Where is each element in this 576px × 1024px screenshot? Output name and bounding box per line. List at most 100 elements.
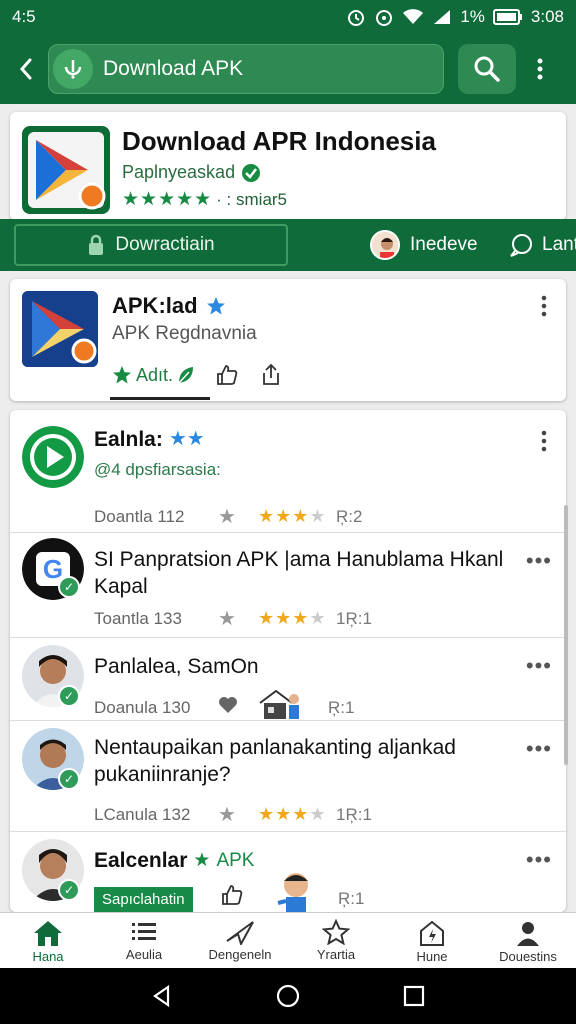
wifi-icon	[402, 8, 424, 26]
list-item[interactable]: ✓ Ealcenlar ★ APK Sapıclahatin Ŗ:1 •••	[10, 833, 566, 912]
app-hero-card: Download APR Indonesia Paplnyeaskad ★★★★…	[10, 112, 566, 220]
item-more-button[interactable]: •••	[526, 653, 552, 679]
apk-name: APK:lad	[112, 293, 198, 318]
bottom-nav: Hana Aeulia Dengeneln Yrartia Hune Doues…	[0, 912, 576, 968]
add-action[interactable]: Adıt.	[112, 365, 195, 386]
language-action-label: Lant	[542, 234, 576, 255]
house-bolt-icon	[420, 920, 444, 946]
list-item[interactable]: ✓ Nentaupaikan panlanakanting aljankad p…	[10, 722, 566, 832]
lock-icon	[89, 234, 104, 255]
chat-bubble-icon	[510, 234, 532, 257]
action-bar: Dowractiain Inedeve Lant	[0, 219, 576, 271]
add-label: Adıt.	[136, 364, 174, 385]
nav-label: Yrartia	[316, 947, 356, 962]
apk-logo	[22, 291, 98, 367]
nav-label: Douestins	[499, 949, 557, 964]
green-star-icon: ★	[193, 850, 211, 871]
blue-stars-icon: ★★	[168, 428, 205, 450]
app-bar: Download APK	[0, 34, 576, 104]
more-vert-icon	[541, 295, 547, 317]
nav-item-updates[interactable]: Hune	[384, 913, 480, 968]
scrollbar[interactable]	[564, 505, 568, 765]
rating-text: · : smiar5	[216, 189, 288, 209]
leaf-icon	[178, 367, 194, 384]
search-icon	[474, 56, 500, 82]
nav-item-account[interactable]: Douestins	[480, 913, 576, 968]
item-title: Panlalea, SamOn	[94, 655, 259, 678]
status-clock: 3:08	[530, 7, 564, 26]
item-title: Ealcenlar	[94, 849, 188, 872]
item-title-tag: APK	[216, 850, 255, 871]
alarm-icon-2	[374, 7, 394, 27]
back-button[interactable]	[10, 49, 42, 89]
home-icon	[34, 921, 62, 946]
nav-label: Hana	[32, 949, 64, 964]
verified-badge-icon: ✓	[58, 879, 80, 901]
item-menu-button[interactable]	[534, 426, 554, 456]
list-item[interactable]: G ✓ SI Panpratsion APK |ama Hanublama Hk…	[10, 534, 566, 638]
search-pill[interactable]: Download APK	[48, 44, 444, 94]
item-title: Nentaupaikan panlanakanting aljankad puk…	[94, 736, 456, 786]
download-button[interactable]: Dowractiain	[14, 224, 288, 266]
item-subtitle: @4 dpsfiarsasia:	[94, 460, 221, 479]
status-time: 4:5	[12, 7, 36, 26]
nav-label: Aeulia	[125, 947, 163, 962]
share-icon[interactable]	[259, 363, 283, 387]
verified-badge-icon: ✓	[58, 576, 80, 598]
item-count: 1Ŗ:1	[336, 804, 372, 824]
rating-stars: ★★★★★	[122, 189, 213, 210]
item-count: 1Ŗ:1	[336, 608, 372, 628]
signal-icon	[432, 8, 452, 26]
grey-star-icon[interactable]: ★	[218, 606, 258, 631]
tab-indicator	[110, 397, 210, 400]
item-title: SI Panpratsion APK |ama Hanublama Hkanl …	[94, 548, 504, 598]
search-button[interactable]	[458, 44, 516, 94]
list-item[interactable]: ✓ Panlalea, SamOn Doanula 130 Ŗ:1 •••	[10, 639, 566, 721]
item-title: Ealnla:	[94, 428, 163, 451]
heart-icon[interactable]	[218, 696, 258, 719]
item-more-button[interactable]: •••	[526, 847, 552, 873]
tag-badge[interactable]: Sapıclahatin	[94, 887, 193, 912]
item-count: Ŗ:1	[338, 889, 365, 908]
nav-item-home[interactable]: Hana	[0, 913, 96, 968]
nav-item-send[interactable]: Dengeneln	[192, 913, 288, 968]
star-outline-icon	[322, 919, 350, 945]
nav-label: Hune	[416, 949, 448, 964]
nav-label: Dengeneln	[208, 947, 272, 962]
overflow-menu-button[interactable]	[530, 58, 550, 80]
apk-card-menu-button[interactable]	[534, 291, 554, 321]
thumbs-up-icon[interactable]	[220, 883, 244, 912]
item-meta-label: Doantla 112	[94, 506, 185, 526]
download-logo-icon	[53, 49, 93, 89]
grey-star-icon[interactable]: ★	[218, 802, 258, 827]
item-more-button[interactable]: •••	[526, 548, 552, 574]
thumbs-up-icon[interactable]	[215, 363, 239, 387]
item-count: Ŗ:2	[336, 506, 363, 526]
list-item[interactable]: Ealnla: ★★ @4 dpsfiarsasia: Doantla 112 …	[10, 410, 566, 533]
star-filled-icon	[113, 366, 131, 384]
item-more-button[interactable]: •••	[526, 736, 552, 762]
rating-stars: ★★★★	[258, 506, 327, 526]
nav-item-favorites[interactable]: Yrartia	[288, 913, 384, 968]
recents-square-icon[interactable]	[402, 984, 426, 1008]
nav-item-list[interactable]: Aeulia	[96, 913, 192, 968]
verified-badge-icon: ✓	[58, 685, 80, 707]
profile-action-label: Inedeve	[410, 234, 478, 255]
home-circle-icon[interactable]	[275, 983, 301, 1009]
list-icon	[132, 923, 156, 940]
language-action[interactable]: Lant	[508, 227, 576, 263]
back-triangle-icon[interactable]	[150, 984, 174, 1008]
battery-percent: 1%	[460, 7, 485, 26]
send-icon	[226, 921, 254, 945]
publisher-name[interactable]: Paplnyeaskad	[122, 162, 235, 183]
item-count: Ŗ:1	[328, 697, 355, 717]
rating-stars: ★★★★	[258, 804, 327, 824]
grey-star-icon[interactable]: ★	[218, 504, 258, 529]
system-nav-bar	[0, 968, 576, 1024]
chevron-left-icon	[19, 58, 32, 80]
person-sticker-icon	[272, 869, 320, 912]
item-meta-label: LCanula 132	[94, 804, 191, 824]
feed-list: Ealnla: ★★ @4 dpsfiarsasia: Doantla 112 …	[10, 410, 566, 912]
item-meta-label: Doanula 130	[94, 697, 191, 717]
profile-action[interactable]: Inedeve	[370, 227, 478, 263]
